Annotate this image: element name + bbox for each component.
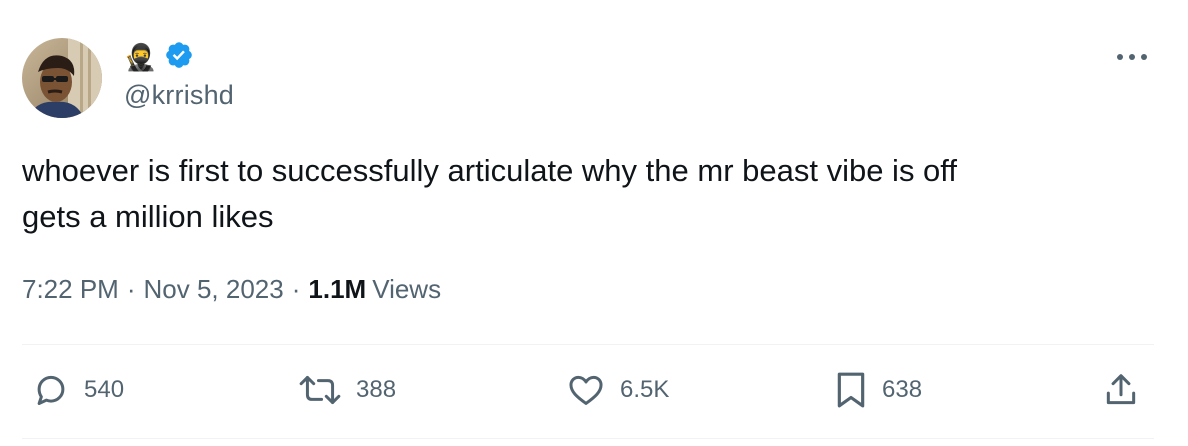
- like-button[interactable]: 6.5K: [566, 370, 669, 410]
- tweet-time[interactable]: 7:22 PM: [22, 274, 119, 305]
- tweet-meta: 7:22 PM · Nov 5, 2023 · 1.1M Views: [22, 274, 441, 305]
- meta-separator: ·: [291, 274, 301, 304]
- tweet-card: 🥷 @krrishd whoever is first to successfu…: [0, 0, 1188, 446]
- share-icon: [1106, 374, 1136, 405]
- retweet-icon: [299, 375, 341, 405]
- tweet-text: whoever is first to successfully articul…: [22, 148, 1142, 240]
- tweet-text-line: gets a million likes: [22, 199, 274, 234]
- avatar[interactable]: [22, 38, 102, 118]
- verified-badge-icon[interactable]: [164, 40, 194, 75]
- tweet-text-line: whoever is first to successfully articul…: [22, 153, 957, 188]
- avatar-image: [22, 38, 102, 118]
- more-icon: [1117, 54, 1147, 60]
- bookmark-button[interactable]: 638: [834, 370, 922, 410]
- heart-icon: [569, 375, 603, 405]
- tweet-date[interactable]: Nov 5, 2023: [144, 274, 284, 305]
- like-count: 6.5K: [620, 376, 670, 403]
- author-handle[interactable]: @krrishd: [124, 80, 234, 111]
- reply-icon: [37, 375, 65, 405]
- author-emoji[interactable]: 🥷: [124, 42, 156, 72]
- author-name-row: 🥷: [124, 40, 194, 74]
- divider-bottom: [22, 438, 1154, 439]
- retweet-button[interactable]: 388: [298, 370, 396, 410]
- bookmark-count: 638: [882, 376, 923, 403]
- share-button[interactable]: [1102, 370, 1140, 410]
- reply-button[interactable]: 540: [32, 370, 124, 410]
- meta-separator: ·: [126, 274, 136, 304]
- views-label[interactable]: Views: [372, 274, 441, 305]
- divider-top: [22, 344, 1154, 345]
- retweet-count: 388: [356, 376, 397, 403]
- reply-count: 540: [84, 376, 125, 403]
- action-bar: 540 388 6.5K 638: [0, 346, 1188, 440]
- views-count[interactable]: 1.1M: [308, 274, 366, 305]
- bookmark-icon: [837, 372, 865, 408]
- more-options-button[interactable]: [1110, 42, 1154, 72]
